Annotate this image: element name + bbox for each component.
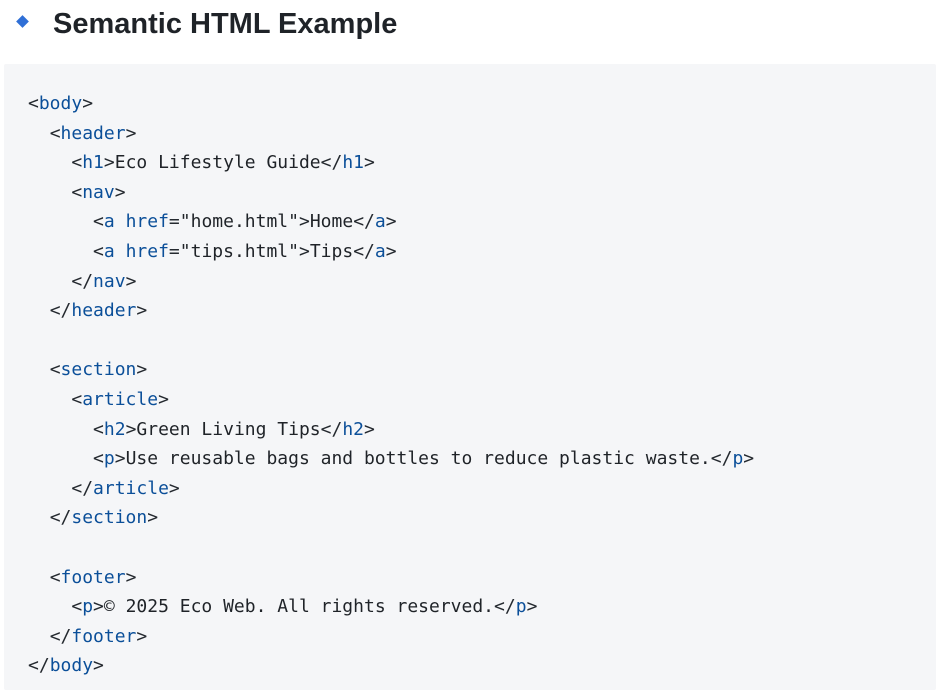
code-line: </article> <box>71 477 180 499</box>
page-title: Semantic HTML Example <box>53 8 398 40</box>
code-line: </section> <box>49 507 159 529</box>
code-line: <footer> <box>49 566 137 588</box>
code-line: <article> <box>71 388 169 410</box>
code-line: <nav> <box>71 181 126 203</box>
code-line: </header> <box>49 300 148 322</box>
code-line: <body> <box>28 93 94 114</box>
code-line: <a href="tips.html">Tips</a> <box>93 240 397 262</box>
code-line: <h1>Eco Lifestyle Guide</h1> <box>71 152 375 174</box>
code-line: <header> <box>49 122 137 144</box>
diamond-icon <box>16 15 29 28</box>
code-content: <body> <header> <h1>Eco Lifestyle Guide<… <box>28 89 754 681</box>
section-heading: Semantic HTML Example <box>0 0 936 64</box>
code-line: <p>© 2025 Eco Web. All rights reserved.<… <box>71 596 538 618</box>
code-line: </footer> <box>49 625 148 647</box>
code-line: <a href="home.html">Home</a> <box>93 211 397 233</box>
code-line: <section> <box>49 359 148 381</box>
code-line: <h2>Green Living Tips</h2> <box>93 418 375 440</box>
code-line: </nav> <box>71 270 137 292</box>
code-line: <p>Use reusable bags and bottles to redu… <box>93 448 755 470</box>
code-block: <body> <header> <h1>Eco Lifestyle Guide<… <box>4 64 936 690</box>
code-line: </body> <box>28 655 104 677</box>
